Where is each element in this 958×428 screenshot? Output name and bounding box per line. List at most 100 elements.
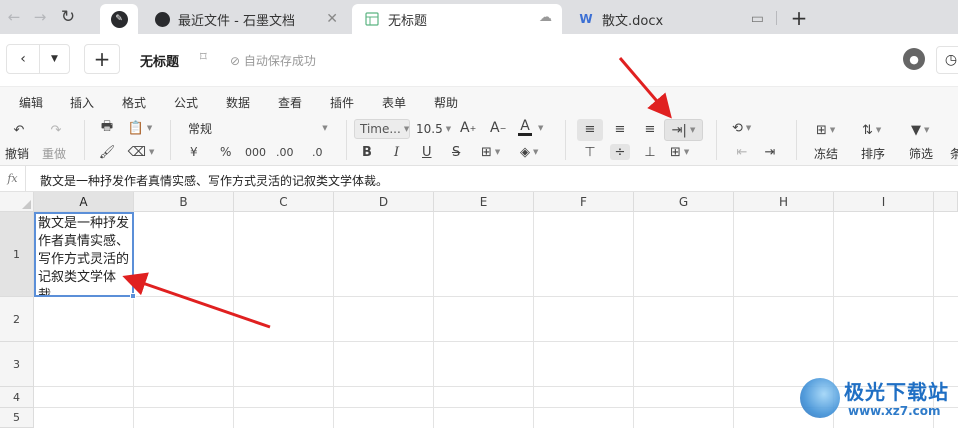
- chevron-down-icon[interactable]: ▼: [39, 45, 69, 73]
- align-top-icon[interactable]: ⊤: [580, 144, 600, 160]
- back-arrow-icon[interactable]: ←: [0, 0, 28, 34]
- borders-icon[interactable]: ⊞ ▼: [481, 144, 500, 160]
- decimal-decrease-button[interactable]: .0: [312, 144, 323, 160]
- sort-icon[interactable]: ⇅ ▼: [862, 122, 881, 138]
- row-header[interactable]: 5: [0, 408, 34, 428]
- column-header[interactable]: G: [634, 192, 734, 212]
- thousands-separator-button[interactable]: 000: [245, 144, 266, 160]
- menu-edit[interactable]: 编辑: [19, 94, 43, 111]
- underline-icon[interactable]: U: [422, 144, 432, 160]
- decrease-indent-icon[interactable]: ⇤: [733, 144, 751, 160]
- row-header[interactable]: 3: [0, 342, 34, 387]
- paste-icon[interactable]: 📋 ▼: [127, 120, 153, 136]
- word-doc-icon: W: [579, 12, 593, 26]
- filter-icon[interactable]: ▼ ▼: [911, 122, 929, 138]
- select-all-corner[interactable]: [0, 192, 34, 212]
- column-header[interactable]: H: [734, 192, 834, 212]
- increase-font-icon[interactable]: A +: [460, 120, 476, 136]
- column-header[interactable]: E: [434, 192, 534, 212]
- shimo-app-button[interactable]: ✎: [100, 4, 138, 34]
- italic-icon[interactable]: I: [394, 144, 399, 160]
- wrap-text-button[interactable]: ⇥| ▼: [664, 119, 703, 141]
- freeze-icon[interactable]: ⊞ ▼: [816, 122, 835, 138]
- toolbar-divider: [565, 120, 566, 160]
- column-gridline: [733, 212, 734, 428]
- menu-plugins[interactable]: 插件: [330, 94, 354, 111]
- clear-format-icon[interactable]: ⌫ ▼: [127, 144, 155, 160]
- decrease-font-icon[interactable]: A −: [490, 120, 506, 136]
- chevron-left-icon[interactable]: ‹: [7, 45, 39, 73]
- column-header[interactable]: [934, 192, 958, 212]
- avatar[interactable]: ●: [903, 48, 925, 70]
- fill-color-icon[interactable]: ◈ ▼: [520, 144, 538, 160]
- menu-view[interactable]: 查看: [278, 94, 302, 111]
- tab-untitled[interactable]: 无标题 ☁: [352, 4, 562, 34]
- chevron-down-icon[interactable]: ▼: [320, 122, 330, 134]
- font-color-icon[interactable]: A: [518, 119, 532, 137]
- column-header[interactable]: D: [334, 192, 434, 212]
- merge-cells-icon[interactable]: ⊞ ▼: [670, 144, 689, 160]
- tab-essay-docx[interactable]: W 散文.docx ▭: [566, 4, 774, 34]
- cell-a1[interactable]: 散文是一种抒发作者真情实感、写作方式灵活的记叙类文学体裁。: [34, 212, 134, 297]
- currency-button[interactable]: ¥: [190, 144, 198, 160]
- align-left-icon[interactable]: ≡: [580, 121, 600, 137]
- menu-formula[interactable]: 公式: [174, 94, 198, 111]
- font-size-value: 10.5: [416, 122, 443, 136]
- toolbar-divider: [170, 120, 171, 160]
- text-rotation-icon[interactable]: ⟲ ▼: [732, 120, 751, 136]
- add-button[interactable]: +: [84, 44, 120, 74]
- bookmark-icon[interactable]: ⌑: [200, 50, 207, 65]
- increase-indent-icon[interactable]: ⇥: [761, 144, 779, 160]
- undo-label[interactable]: 撤销: [5, 145, 29, 162]
- align-bottom-icon[interactable]: ⊥: [640, 144, 660, 160]
- menu-form[interactable]: 表单: [382, 94, 406, 111]
- menu-insert[interactable]: 插入: [70, 94, 94, 111]
- chevron-down-icon[interactable]: ▼: [538, 124, 543, 132]
- column-header[interactable]: C: [234, 192, 334, 212]
- forward-arrow-icon[interactable]: →: [26, 0, 54, 34]
- bold-icon[interactable]: B: [362, 144, 372, 160]
- fx-icon: fx: [0, 166, 26, 191]
- row-header[interactable]: 2: [0, 297, 34, 342]
- strikethrough-icon[interactable]: S: [452, 144, 460, 160]
- decimal-increase-button[interactable]: .00: [276, 144, 294, 160]
- column-header[interactable]: A: [34, 192, 134, 212]
- row-header[interactable]: 4: [0, 387, 34, 408]
- number-format-select[interactable]: 常规: [188, 120, 212, 136]
- column-header[interactable]: F: [534, 192, 634, 212]
- redo-label[interactable]: 重做: [42, 145, 66, 162]
- new-tab-button[interactable]: +: [786, 4, 812, 32]
- row-gridline: [34, 341, 958, 342]
- align-right-icon[interactable]: ≡: [640, 121, 660, 137]
- menu-help[interactable]: 帮助: [434, 94, 458, 111]
- tab-recent-files[interactable]: 最近文件 - 石墨文档 ✕: [142, 4, 348, 34]
- history-icon[interactable]: ◷: [936, 46, 958, 74]
- undo-icon[interactable]: ↶: [8, 122, 30, 138]
- column-header[interactable]: I: [834, 192, 934, 212]
- redo-icon[interactable]: ↷: [45, 122, 67, 138]
- monitor-icon[interactable]: ▭: [751, 11, 764, 27]
- conditional-format-label[interactable]: 条: [950, 145, 958, 162]
- font-family-select[interactable]: Time... ▼: [354, 119, 410, 139]
- row-header[interactable]: 1: [0, 212, 34, 297]
- menu-format[interactable]: 格式: [122, 94, 146, 111]
- font-size-select[interactable]: 10.5 ▼: [416, 121, 451, 137]
- fill-handle[interactable]: [130, 293, 136, 299]
- print-icon[interactable]: 🖶: [98, 119, 116, 136]
- freeze-label[interactable]: 冻结: [814, 145, 838, 162]
- reload-icon[interactable]: ↻: [54, 0, 82, 34]
- filter-label[interactable]: 筛选: [909, 145, 933, 162]
- align-center-icon[interactable]: ≡: [610, 121, 630, 137]
- percent-button[interactable]: %: [220, 144, 231, 160]
- close-icon[interactable]: ✕: [326, 11, 338, 27]
- column-gridline: [533, 212, 534, 428]
- align-middle-icon[interactable]: ÷: [610, 144, 630, 160]
- browser-tab-bar: ← → ↻ ✎ 最近文件 - 石墨文档 ✕ 无标题 ☁ W 散文.docx ▭ …: [0, 0, 958, 34]
- formula-input[interactable]: 散文是一种抒发作者真情实感、写作方式灵活的记叙类文学体裁。: [40, 172, 388, 189]
- tab-separator: [776, 11, 777, 25]
- column-header[interactable]: B: [134, 192, 234, 212]
- format-painter-icon[interactable]: 🖌: [98, 144, 116, 160]
- menu-data[interactable]: 数据: [226, 94, 250, 111]
- document-title[interactable]: 无标题: [140, 51, 179, 70]
- sort-label[interactable]: 排序: [861, 145, 885, 162]
